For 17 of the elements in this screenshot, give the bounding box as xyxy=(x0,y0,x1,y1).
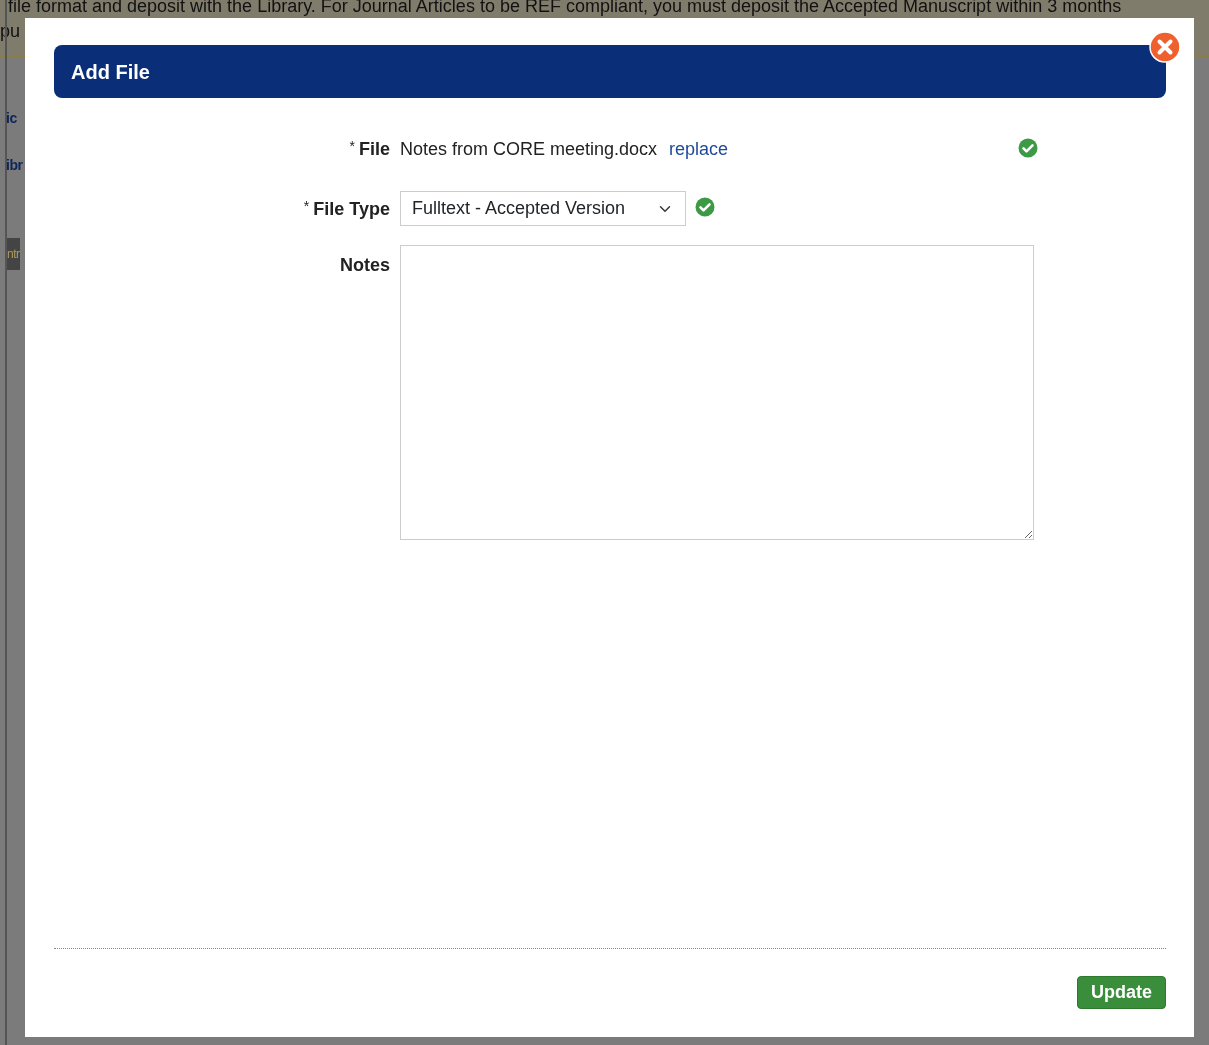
required-mark: * xyxy=(349,138,355,154)
page-link-text[interactable]: ibr xyxy=(6,155,23,176)
field-label: Notes xyxy=(340,255,390,275)
file-name: Notes from CORE meeting.docx xyxy=(400,138,658,161)
close-button[interactable] xyxy=(1149,31,1181,63)
field-label: File Type xyxy=(313,199,390,219)
update-button[interactable]: Update xyxy=(1077,976,1166,1009)
replace-link[interactable]: replace xyxy=(669,136,729,163)
dialog-title: Add File xyxy=(71,59,150,85)
close-icon xyxy=(1149,31,1181,63)
notice-text: pu xyxy=(0,20,22,42)
notes-field[interactable] xyxy=(400,245,1034,540)
field-label: File xyxy=(359,139,390,159)
file-type-select[interactable]: Fulltext - Accepted Version xyxy=(400,191,686,226)
page-link-text[interactable]: ic xyxy=(6,108,17,129)
required-mark: * xyxy=(303,198,310,214)
page-tab[interactable]: ntr xyxy=(7,238,20,270)
